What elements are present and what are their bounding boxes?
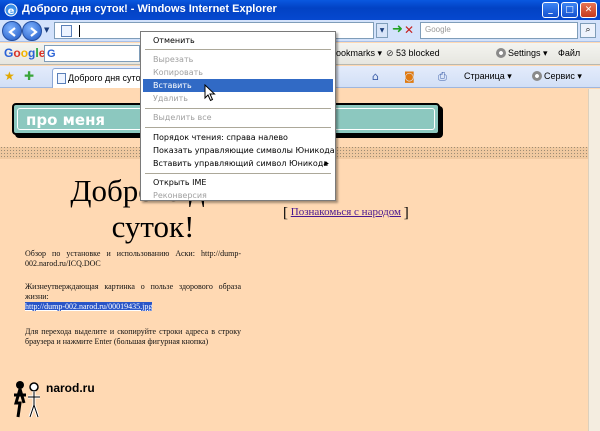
narod-link[interactable]: Познакомься с народом [291, 206, 401, 218]
narod-logo[interactable]: narod.ru [10, 379, 100, 419]
bookmarks-button[interactable]: ookmarks ▾ [336, 48, 382, 59]
tab-label: Доброго дня суток! [68, 73, 148, 83]
menu-item-undo[interactable]: Отменить [143, 34, 333, 47]
paragraph-instructions: Для перехода выделите и скопируйте строк… [25, 327, 241, 346]
heading-line-2: суток! [111, 209, 195, 244]
file-menu[interactable]: Файл [558, 48, 580, 58]
blocked-icon: ⊘ [386, 48, 397, 58]
menu-item-delete[interactable]: Удалить [143, 92, 333, 105]
minimize-button[interactable]: _ [542, 2, 559, 18]
vertical-scrollbar[interactable] [588, 89, 600, 431]
search-button[interactable]: ⌕ [580, 23, 596, 38]
page-icon [61, 25, 72, 37]
window-title: Доброго дня суток! - Windows Internet Ex… [22, 3, 277, 15]
address-dropdown-button[interactable]: ▼ [376, 23, 388, 38]
gear-icon [496, 48, 506, 58]
menu-item-insert-unicode[interactable]: Вставить управляющий символ Юникода ▶ [143, 157, 333, 170]
ie-logo-icon: e [4, 3, 18, 17]
menu-item-open-ime[interactable]: Открыть IME [143, 176, 333, 189]
mouse-cursor-icon [204, 84, 216, 102]
search-placeholder: Google [425, 25, 451, 34]
text-caret [79, 25, 80, 37]
selected-link[interactable]: http://dump-002.narod.ru/00019435.jpg [25, 302, 153, 311]
forward-button[interactable] [22, 21, 42, 41]
feeds-icon[interactable]: ◙ [404, 70, 415, 83]
google-search-field[interactable]: G [44, 45, 140, 62]
context-menu: Отменить Вырезать Копировать Вставить Уд… [140, 31, 336, 201]
narod-logo-text: narod.ru [46, 381, 95, 395]
paragraph-icq: Обзор по установке и использованию Аски:… [25, 249, 241, 268]
tab-page-icon [57, 73, 66, 84]
search-input[interactable]: Google [420, 22, 578, 39]
menu-item-show-unicode[interactable]: Показать управляющие символы Юникода [143, 144, 335, 157]
menu-item-rtl[interactable]: Порядок чтения: справа налево [143, 131, 333, 144]
google-field-letter: G [47, 48, 56, 60]
menu-separator [145, 108, 331, 109]
stop-icon[interactable]: ✕ [404, 23, 418, 37]
menu-item-copy[interactable]: Копировать [143, 66, 333, 79]
google-logo[interactable]: Google [4, 46, 45, 60]
forward-arrow-icon [30, 27, 38, 37]
popup-blocked-button[interactable]: ⊘ 53 blocked [386, 48, 440, 59]
add-favorites-icon[interactable]: ✚ [24, 69, 34, 83]
menu-item-select-all[interactable]: Выделить все [143, 111, 333, 124]
title-bar: e Доброго дня суток! - Windows Internet … [0, 0, 600, 20]
paragraph-image-text: Жизнеутверждающая картинка о пользе здор… [25, 282, 241, 301]
menu-separator [145, 49, 331, 50]
page-menu[interactable]: Страница ▾ [464, 71, 512, 82]
print-icon[interactable]: ⎙ [438, 70, 447, 84]
narod-link-block: [ Познакомься с народом ] [283, 205, 409, 221]
history-dropdown-icon[interactable]: ▼ [44, 26, 49, 34]
menu-separator [145, 173, 331, 174]
menu-item-reconversion[interactable]: Реконверсия [143, 189, 333, 202]
blocked-label: 53 blocked [396, 48, 440, 58]
insert-unicode-label: Вставить управляющий символ Юникода [153, 159, 329, 168]
close-button[interactable]: ✕ [580, 2, 597, 18]
paragraph-image: Жизнеутверждающая картинка о пользе здор… [25, 282, 241, 312]
menu-item-paste[interactable]: Вставить [143, 79, 333, 92]
svg-text:e: e [8, 6, 15, 17]
submenu-arrow-icon: ▶ [324, 160, 329, 167]
banner-label: про меня [26, 111, 106, 129]
tools-label: Сервис ▾ [544, 71, 582, 81]
magnifier-icon: ⌕ [585, 25, 591, 35]
menu-separator [145, 127, 331, 128]
narod-people-icon [14, 381, 40, 418]
back-button[interactable] [2, 21, 22, 41]
back-arrow-icon [8, 27, 16, 37]
tab-active[interactable]: Доброго дня суток! [52, 68, 148, 88]
maximize-button[interactable]: □ [561, 2, 578, 18]
settings-button[interactable]: Settings ▾ [496, 48, 548, 59]
settings-label: Settings ▾ [508, 48, 548, 58]
image-link[interactable]: http://dump-002.narod.ru/00019435.jpg [25, 302, 152, 311]
tools-gear-icon [532, 71, 542, 81]
menu-item-cut[interactable]: Вырезать [143, 53, 333, 66]
tools-menu[interactable]: Сервис ▾ [532, 71, 582, 82]
favorites-star-icon[interactable]: ★ [4, 69, 15, 83]
home-icon[interactable]: ⌂ [372, 70, 379, 83]
